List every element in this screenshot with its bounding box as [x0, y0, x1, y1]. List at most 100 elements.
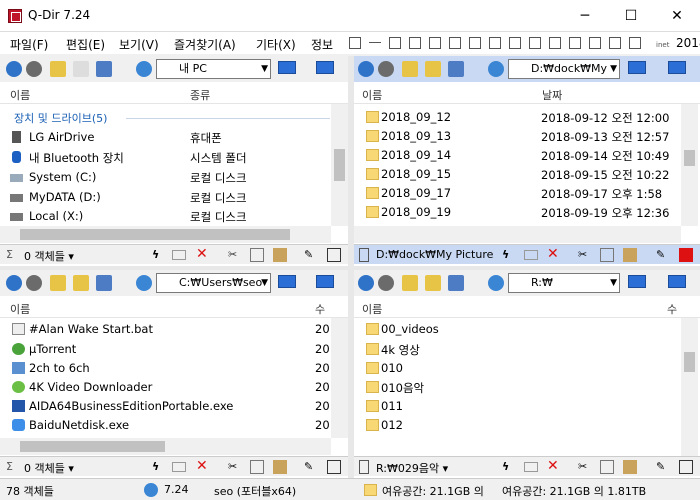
close-button[interactable]: ✕: [654, 0, 700, 32]
list-item[interactable]: 2018_09_19 2018-09-19 오후 12:36: [354, 203, 700, 222]
layout-icon[interactable]: [489, 37, 501, 49]
lightning-icon[interactable]: ϟ: [502, 460, 509, 473]
paste-icon[interactable]: [623, 248, 637, 262]
layout-icon[interactable]: [569, 37, 581, 49]
new-folder-icon[interactable]: [425, 61, 441, 77]
paste-icon[interactable]: [273, 248, 287, 262]
edit-icon[interactable]: ✎: [656, 460, 665, 473]
refresh-icon[interactable]: [136, 275, 152, 291]
view-icon[interactable]: [96, 61, 112, 77]
layout-icon[interactable]: [509, 37, 521, 49]
column-name[interactable]: 이름: [362, 87, 382, 103]
layout-icon[interactable]: [549, 37, 561, 49]
object-count[interactable]: 0 객체들 ▾: [24, 248, 74, 264]
lightning-icon[interactable]: ϟ: [152, 248, 159, 261]
copy-icon[interactable]: [600, 460, 614, 474]
view-icon[interactable]: [448, 61, 464, 77]
column-name[interactable]: 이름: [10, 87, 30, 103]
refresh-icon[interactable]: [488, 275, 504, 291]
scroll-thumb[interactable]: [684, 150, 695, 166]
copy-icon[interactable]: [250, 460, 264, 474]
cut-icon[interactable]: ✂: [578, 248, 587, 261]
list-item[interactable]: 2018_09_13 2018-09-13 오전 12:57: [354, 127, 700, 146]
menu-info[interactable]: 정보: [311, 36, 333, 53]
back-icon[interactable]: [6, 275, 22, 291]
up-folder-icon[interactable]: [50, 275, 66, 291]
menu-extra[interactable]: 기타(X): [256, 36, 296, 53]
properties-icon[interactable]: [679, 248, 693, 262]
up-folder-icon[interactable]: [402, 61, 418, 77]
maximize-button[interactable]: ☐: [608, 0, 654, 32]
monitor-icon[interactable]: [668, 61, 686, 74]
list-item[interactable]: MyDATA (D:) 로컬 디스크: [0, 188, 348, 207]
back-icon[interactable]: [358, 61, 374, 77]
vertical-scrollbar[interactable]: [681, 318, 698, 456]
properties-icon[interactable]: [327, 460, 341, 474]
delete-icon[interactable]: ✕: [547, 246, 559, 262]
vertical-scrollbar[interactable]: [331, 104, 348, 226]
address-bar[interactable]: R:₩ ▼: [508, 273, 620, 293]
list-item[interactable]: 4k 영상: [354, 340, 700, 359]
forward-icon[interactable]: [378, 275, 394, 291]
list-item[interactable]: 00_videos: [354, 320, 700, 339]
monitor-icon[interactable]: [278, 275, 296, 288]
list-item[interactable]: 2ch to 6ch 20: [0, 359, 348, 378]
refresh-icon[interactable]: [488, 61, 504, 77]
column-type[interactable]: 종류: [190, 87, 210, 103]
list-item[interactable]: 2018_09_15 2018-09-15 오전 10:22: [354, 165, 700, 184]
paste-icon[interactable]: [273, 460, 287, 474]
lightning-icon[interactable]: ϟ: [502, 248, 509, 261]
mail-icon[interactable]: [524, 250, 538, 260]
list-item[interactable]: 012: [354, 416, 700, 435]
scroll-thumb[interactable]: [20, 229, 290, 240]
layout-icon[interactable]: [369, 42, 381, 44]
horizontal-scrollbar[interactable]: [0, 438, 331, 455]
monitor-icon[interactable]: [628, 61, 646, 74]
copy-icon[interactable]: [250, 248, 264, 262]
lightning-icon[interactable]: ϟ: [152, 460, 159, 473]
menu-favorites[interactable]: 즐겨찾기(A): [174, 36, 236, 53]
mail-icon[interactable]: [524, 462, 538, 472]
list-item[interactable]: AIDA64BusinessEditionPortable.exe 20: [0, 397, 348, 416]
monitor-icon[interactable]: [316, 275, 334, 288]
scroll-thumb[interactable]: [684, 352, 695, 372]
scroll-thumb[interactable]: [334, 149, 345, 181]
horizontal-scrollbar[interactable]: [0, 226, 331, 243]
layout-icon[interactable]: [609, 37, 621, 49]
list-item[interactable]: 011: [354, 397, 700, 416]
list-item[interactable]: Local (X:) 로컬 디스크: [0, 207, 348, 226]
mail-icon[interactable]: [172, 250, 186, 260]
view-icon[interactable]: [448, 275, 464, 291]
delete-icon[interactable]: ✕: [547, 458, 559, 474]
edit-icon[interactable]: ✎: [304, 460, 313, 473]
new-folder-icon[interactable]: [73, 275, 89, 291]
cut-icon[interactable]: ✂: [578, 460, 587, 473]
list-item[interactable]: System (C:) 로컬 디스크: [0, 168, 348, 187]
up-folder-icon[interactable]: [402, 275, 418, 291]
scroll-thumb[interactable]: [20, 441, 165, 452]
address-bar[interactable]: D:₩dock₩My ▼: [508, 59, 620, 79]
monitor-icon[interactable]: [628, 275, 646, 288]
list-item[interactable]: 내 Bluetooth 장치 시스템 폴더: [0, 148, 348, 167]
view-icon[interactable]: [96, 275, 112, 291]
list-item[interactable]: 010: [354, 359, 700, 378]
chevron-down-icon[interactable]: ▼: [610, 60, 617, 78]
cut-icon[interactable]: ✂: [228, 248, 237, 261]
current-path[interactable]: D:₩dock₩My Pictures: [376, 248, 494, 261]
address-bar[interactable]: 내 PC ▼: [156, 59, 271, 79]
forward-icon[interactable]: [26, 275, 42, 291]
refresh-icon[interactable]: [136, 61, 152, 77]
properties-icon[interactable]: [327, 248, 341, 262]
copy-icon[interactable]: [600, 248, 614, 262]
cut-icon[interactable]: ✂: [228, 460, 237, 473]
layout-icon[interactable]: [429, 37, 441, 49]
column-date[interactable]: 날짜: [542, 87, 562, 103]
chevron-down-icon[interactable]: ▼: [261, 274, 268, 292]
delete-icon[interactable]: ✕: [196, 458, 208, 474]
layout-icon[interactable]: [349, 37, 361, 49]
list-item[interactable]: 2018_09_14 2018-09-14 오전 10:49: [354, 146, 700, 165]
chevron-down-icon[interactable]: ▼: [261, 60, 268, 78]
monitor-icon[interactable]: [668, 275, 686, 288]
list-item[interactable]: 2018_09_12 2018-09-12 오전 12:00: [354, 108, 700, 127]
layout-icon[interactable]: [469, 37, 481, 49]
